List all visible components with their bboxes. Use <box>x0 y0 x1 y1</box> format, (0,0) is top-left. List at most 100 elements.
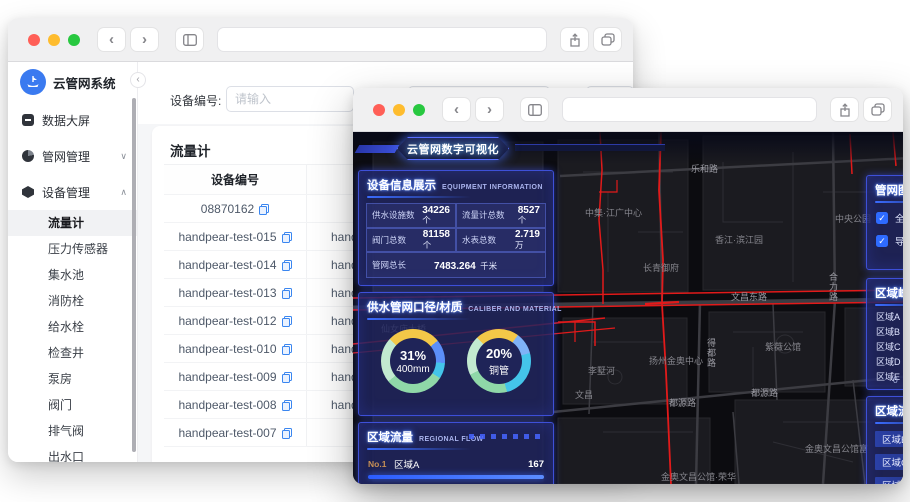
copy-icon[interactable] <box>281 371 292 383</box>
header-decoration-left <box>354 145 400 153</box>
map-label: 李墅河 <box>588 366 616 376</box>
screenshot-stage: ‹ › ‹ 云管网系统 数据大屏 管网管理 ∨ 设备管理 ∧ 流量计 压力传感器… <box>0 0 910 502</box>
sidebar-subitem-pump-house[interactable]: 泵房 <box>8 366 137 392</box>
panel-title: 管网图层 <box>875 185 903 197</box>
sidebar-subitem-pressure-sensor[interactable]: 压力传感器 <box>8 236 137 262</box>
sidebar-subitem-sump[interactable]: 集水池 <box>8 262 137 288</box>
speed-row: 区域C <box>875 454 903 470</box>
equipment-stats: 供水设施数 34226 个 流量计总数 8527 个 阀门总数 81158 个 水表总… <box>366 203 546 278</box>
sidebar-subitem-water-hydrant[interactable]: 给水栓 <box>8 314 137 340</box>
dashboard-title: 云管网数字可视化 <box>397 137 509 160</box>
layer-option-select-all[interactable]: ✓ 全选 <box>876 210 903 226</box>
device-id-filter-label: 设备编号: <box>170 94 222 108</box>
back-button[interactable]: ‹ <box>443 98 470 121</box>
forward-button[interactable]: › <box>476 98 503 121</box>
copy-icon[interactable] <box>281 427 292 439</box>
dashboard-title-badge: 云管网数字可视化 <box>397 137 509 160</box>
share-button[interactable] <box>561 28 588 51</box>
nav-buttons: ‹ › <box>443 98 503 121</box>
share-button[interactable] <box>831 98 858 121</box>
device-icon <box>22 186 34 198</box>
sidebar-subitem-outlet[interactable]: 出水口 <box>8 444 137 462</box>
tabs-button[interactable] <box>864 98 891 121</box>
sidebar-scrollbar[interactable] <box>132 98 136 452</box>
sidebar-toggle-button[interactable] <box>176 28 203 51</box>
minimize-window-button[interactable] <box>48 33 60 46</box>
pipe-network-icon <box>22 150 34 162</box>
panel-caliber-material: 供水管网口径/材质 CALIBER AND MATERIAL 31% 400mm… <box>358 292 561 416</box>
donut-material[interactable]: 20% 铜管 <box>467 329 531 393</box>
chrome-right-buttons <box>561 28 621 51</box>
tabs-button[interactable] <box>594 28 621 51</box>
panel-underline <box>367 318 471 320</box>
sidebar-subitem-flow-meter[interactable]: 流量计 <box>8 210 137 236</box>
sidebar-subitem-valve[interactable]: 阀门 <box>8 392 137 418</box>
close-window-button[interactable] <box>28 33 40 46</box>
back-button[interactable]: ‹ <box>98 28 125 51</box>
dashboard-body: 乐和路 中集·江广中心 中央公园 香江·滨江园 长青御府 文昌东路 合力路 仙女… <box>353 132 903 484</box>
sidebar-icon <box>527 103 542 116</box>
map-label: 长青御府 <box>643 263 680 273</box>
legend-item: 区域B <box>867 324 903 339</box>
stat-cell: 供水设施数 34226 个 <box>366 203 456 228</box>
chevron-left-icon: ‹ <box>109 31 114 48</box>
copy-icon[interactable] <box>281 315 292 327</box>
donut-charts: 31% 400mm 20% 铜管 <box>359 329 553 393</box>
sidebar-toggle-button[interactable] <box>521 98 548 121</box>
address-bar[interactable] <box>562 97 817 122</box>
sidebar-subitem-inspection-well[interactable]: 检查井 <box>8 340 137 366</box>
chevron-right-icon: › <box>487 101 492 118</box>
address-bar[interactable] <box>217 27 547 52</box>
app-logo: 云管网系统 <box>8 62 137 102</box>
tabs-icon <box>870 103 885 116</box>
checkbox-checked-icon[interactable]: ✓ <box>876 212 888 224</box>
maximize-window-button[interactable] <box>68 33 80 46</box>
nav-buttons: ‹ › <box>98 28 158 51</box>
map-label: 合力路 <box>828 272 838 302</box>
copy-icon[interactable] <box>281 343 292 355</box>
sidebar-subitem-fire-hydrant[interactable]: 消防栓 <box>8 288 137 314</box>
copy-icon[interactable] <box>281 259 292 271</box>
chevron-left-icon: ‹ <box>454 101 459 118</box>
panel-subtitle: EQUIPMENT INFORMATION <box>442 184 543 191</box>
layer-option-import[interactable]: ✓ 导入 <box>876 233 903 249</box>
panel-title: 供水管网口径/材质 <box>367 302 463 314</box>
panel-decoration-dashes <box>469 434 543 439</box>
panel-regional-flow: 区域流量 REGIONAL FLOW No.1 区域A 167 No.2 区域C… <box>358 422 554 484</box>
map-label: 扬州金奥中心 <box>649 356 704 366</box>
panel-subtitle: CALIBER AND MATERIAL <box>468 306 562 313</box>
forward-button[interactable]: › <box>131 28 158 51</box>
donut-caliber[interactable]: 31% 400mm <box>381 329 445 393</box>
panel-title: 区域峰值 <box>875 288 903 300</box>
map-label: 金奥文昌公馆富 <box>805 444 869 454</box>
copy-icon[interactable] <box>281 287 292 299</box>
axis-zero-label: 0 <box>893 375 898 385</box>
sidebar-collapse-button[interactable]: ‹ <box>130 72 146 88</box>
browser-chrome: ‹ › <box>353 88 903 132</box>
sidebar-item-pipe-management[interactable]: 管网管理 ∨ <box>8 138 137 174</box>
legend-item: 区域C <box>867 339 903 354</box>
flow-rank-row: No.1 区域A 167 <box>368 458 544 472</box>
share-icon <box>569 32 580 47</box>
traffic-lights <box>373 103 425 116</box>
map-label: 紫薇公馆 <box>765 342 802 352</box>
copy-icon[interactable] <box>281 231 292 243</box>
map-label: 都源路 <box>669 398 697 408</box>
legend-item: 区域A <box>867 309 903 324</box>
sidebar-item-data-screen[interactable]: 数据大屏 <box>8 102 137 138</box>
legend-item: 区域D <box>867 354 903 369</box>
chevron-up-icon: ∧ <box>120 186 127 197</box>
close-window-button[interactable] <box>373 103 385 116</box>
checkbox-checked-icon[interactable]: ✓ <box>876 235 888 247</box>
browser-window-dashboard: ‹ › 乐和路 中集·江广中心 中央公园 香江·滨江园 长青御府 文昌东路 合力… <box>353 88 903 484</box>
sidebar-item-device-management[interactable]: 设备管理 ∧ <box>8 174 137 210</box>
minimize-window-button[interactable] <box>393 103 405 116</box>
stat-cell-total-length: 管网总长 7483.264 千米 <box>366 252 546 278</box>
copy-icon[interactable] <box>259 203 270 215</box>
panel-underline <box>875 304 903 306</box>
copy-icon[interactable] <box>281 399 292 411</box>
sidebar-subitem-exhaust-valve[interactable]: 排气阀 <box>8 418 137 444</box>
maximize-window-button[interactable] <box>413 103 425 116</box>
panel-underline <box>875 422 903 424</box>
device-id-filter-input[interactable] <box>226 86 354 112</box>
